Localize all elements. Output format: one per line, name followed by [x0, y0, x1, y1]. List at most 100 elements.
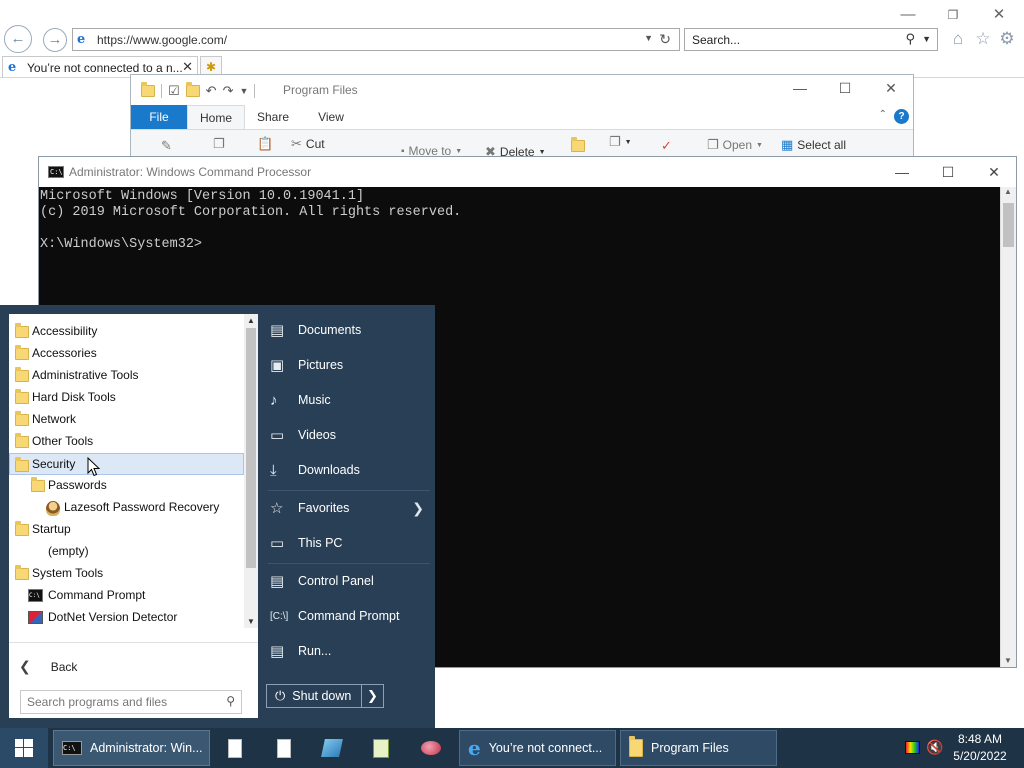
explorer-close-button[interactable]: ✕: [876, 80, 906, 97]
select-all-button[interactable]: ▦ Select all: [781, 137, 846, 153]
ribbon-collapse-icon[interactable]: ⌃: [879, 109, 887, 120]
program-item-network[interactable]: Network: [9, 408, 244, 430]
start-item-videos[interactable]: ▭ Videos: [268, 420, 430, 450]
cut-button[interactable]: ✂ Cut: [291, 136, 325, 152]
taskbar-pin-tools[interactable]: [417, 734, 445, 762]
address-dropdown-icon[interactable]: ▼: [644, 33, 653, 43]
explorer-maximize-button[interactable]: ☐: [830, 80, 860, 97]
pin-icon[interactable]: ✎: [161, 138, 172, 154]
explorer-minimize-button[interactable]: —: [785, 80, 815, 96]
taskbar-item-cmd[interactable]: C:\ Administrator: Win...: [53, 730, 210, 766]
cmd-minimize-button[interactable]: —: [882, 161, 922, 183]
clock[interactable]: 8:48 AM 5/20/2022: [948, 731, 1012, 765]
favorites-star-icon[interactable]: ☆: [973, 29, 993, 49]
mouse-cursor-icon: [87, 457, 101, 477]
select-all-icon: ▦: [781, 137, 794, 152]
search-dropdown-icon[interactable]: ▼: [922, 34, 931, 44]
ie-search-box[interactable]: Search... ⚲ ▼: [684, 28, 938, 51]
refresh-icon[interactable]: ↻: [659, 31, 671, 48]
start-item-run[interactable]: ▤ Run...: [268, 636, 430, 666]
help-icon[interactable]: ?: [894, 109, 909, 124]
programs-scrollbar[interactable]: ▲ ▼: [244, 314, 258, 628]
undo-icon[interactable]: ↶: [206, 83, 217, 99]
taskbar-pin-wordpad[interactable]: [270, 734, 298, 762]
address-bar[interactable]: e https://www.google.com/ ▼ ↻: [72, 28, 680, 51]
folder-icon: [15, 345, 29, 360]
program-item-accessibility[interactable]: Accessibility: [9, 320, 244, 342]
quick-access-toolbar: ☑ ↶ ↷ ▼: [141, 82, 256, 100]
program-item-security[interactable]: Security: [9, 453, 244, 475]
program-item-dotnet-version-detector[interactable]: DotNet Version Detector: [9, 606, 244, 628]
color-tray-icon[interactable]: [905, 741, 920, 754]
start-item-command-prompt[interactable]: [C:\] Command Prompt: [268, 601, 430, 631]
start-item-pictures[interactable]: ▣ Pictures: [268, 350, 430, 380]
back-button[interactable]: ❮ Back: [19, 658, 77, 675]
program-item-lazesoft-password-recovery[interactable]: Lazesoft Password Recovery: [9, 496, 244, 518]
program-item-system-tools[interactable]: System Tools: [9, 562, 244, 584]
program-item-administrative-tools[interactable]: Administrative Tools: [9, 364, 244, 386]
program-label: Accessories: [32, 346, 97, 360]
program-item-startup[interactable]: Startup: [9, 518, 244, 540]
taskbar-pin-notepad[interactable]: [221, 734, 249, 762]
new-folder-icon[interactable]: [185, 82, 200, 97]
scroll-down-icon[interactable]: ▼: [247, 617, 255, 626]
shutdown-button[interactable]: ⏻ Shut down: [266, 684, 362, 708]
taskbar-pin-notes[interactable]: [367, 734, 395, 762]
start-search-box[interactable]: ⚲: [20, 690, 242, 714]
start-item-favorites[interactable]: ☆ Favorites ❯: [268, 493, 430, 523]
start-button[interactable]: [0, 728, 48, 768]
new-folder-ribbon-icon[interactable]: [571, 137, 585, 152]
divider: [9, 642, 258, 643]
qat-separator: [254, 84, 256, 98]
open-button[interactable]: ❐ Open ▼: [707, 137, 763, 153]
volume-muted-icon[interactable]: 🔇: [926, 739, 943, 756]
paste-icon[interactable]: 📋: [257, 136, 273, 152]
tab-close-icon[interactable]: ✕: [182, 59, 193, 75]
start-search-input[interactable]: [27, 694, 217, 710]
program-item-hard-disk-tools[interactable]: Hard Disk Tools: [9, 386, 244, 408]
gear-icon[interactable]: ⚙: [997, 29, 1017, 49]
copy-icon[interactable]: ❐: [213, 136, 225, 152]
search-icon[interactable]: ⚲: [905, 31, 915, 47]
cmd-titlebar[interactable]: C:\ Administrator: Windows Command Proce…: [39, 157, 1016, 187]
forward-arrow-icon[interactable]: →: [43, 28, 67, 52]
shutdown-options-button[interactable]: ❯: [361, 684, 384, 708]
ie-restore-button[interactable]: ❐: [938, 4, 968, 26]
cmd-close-button[interactable]: ✕: [974, 161, 1014, 183]
cmd-scrollbar[interactable]: ▲ ▼: [1000, 187, 1016, 667]
properties-icon[interactable]: ✓: [661, 138, 672, 154]
tab-share[interactable]: Share: [255, 105, 291, 129]
tab-home[interactable]: Home: [187, 105, 245, 129]
tab-file[interactable]: File: [131, 105, 187, 129]
start-item-downloads[interactable]: ⤓ Downloads: [268, 455, 430, 485]
ie-minimize-button[interactable]: —: [893, 4, 923, 26]
scroll-down-icon[interactable]: ▼: [1004, 656, 1012, 665]
program-item-other-tools[interactable]: Other Tools: [9, 430, 244, 452]
program-item-accessories[interactable]: Accessories: [9, 342, 244, 364]
program-item-command-prompt[interactable]: C:\ Command Prompt: [9, 584, 244, 606]
folder-icon: [15, 323, 29, 338]
home-icon[interactable]: ⌂: [948, 29, 968, 49]
redo-icon[interactable]: ↷: [223, 83, 234, 99]
properties-checkbox-icon[interactable]: ☑: [168, 83, 180, 99]
scroll-up-icon[interactable]: ▲: [247, 316, 255, 325]
back-arrow-icon[interactable]: ←: [4, 25, 32, 53]
start-item-control-panel[interactable]: ▤ Control Panel: [268, 566, 430, 596]
taskbar-item-explorer[interactable]: Program Files: [620, 730, 777, 766]
qat-customize-icon[interactable]: ▼: [239, 86, 248, 96]
taskbar-pin-app[interactable]: [318, 734, 346, 762]
tab-view[interactable]: View: [313, 105, 349, 129]
scroll-up-icon[interactable]: ▲: [1004, 187, 1012, 196]
start-item-this-pc[interactable]: ▭ This PC: [268, 528, 430, 558]
new-item-icon[interactable]: ❐ ▼: [609, 134, 632, 150]
taskbar-item-ie[interactable]: e You’re not connect...: [459, 730, 616, 766]
folder-icon: [15, 433, 29, 448]
shutdown-label: Shut down: [292, 689, 352, 703]
program-item-passwords[interactable]: Passwords: [9, 474, 244, 496]
start-item-music[interactable]: ♪ Music: [268, 385, 430, 415]
cmd-maximize-button[interactable]: ☐: [928, 161, 968, 183]
scroll-thumb[interactable]: [246, 328, 256, 568]
scroll-thumb[interactable]: [1003, 203, 1014, 247]
start-item-documents[interactable]: ▤ Documents: [268, 315, 430, 345]
ie-close-button[interactable]: ✕: [984, 4, 1014, 26]
